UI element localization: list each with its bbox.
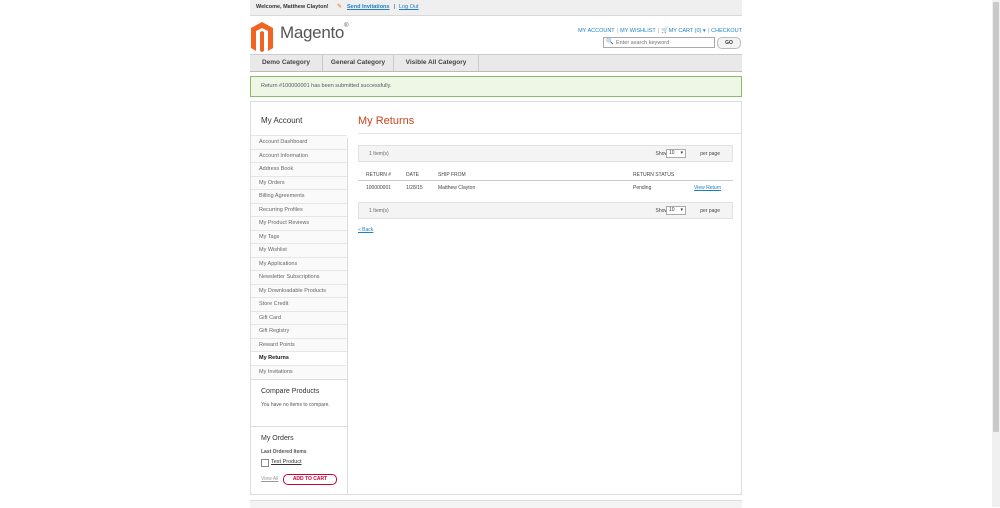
sidebar-item-address-book[interactable]: Address Book [251,162,347,176]
chevron-down-icon: ▾ [680,207,683,213]
sidebar-item-account-dashboard[interactable]: Account Dashboard [251,135,347,149]
my-orders-title: My Orders [261,435,294,442]
limit-select[interactable]: 10 ▾ [666,206,686,215]
page: Welcome, Matthew Clayton! ✎ Send Invitat… [250,0,742,508]
sidebar-item-gift-card[interactable]: Gift Card [251,310,347,325]
sidebar-item-my-applications[interactable]: My Applications [251,256,347,271]
sidebar-item-label: Address Book [259,166,294,172]
scrollbar-thumb[interactable] [993,2,999,432]
title-divider [358,133,741,134]
sidebar-item-label: Gift Card [259,314,282,321]
search-go-button[interactable]: GO [717,37,741,49]
sidebar-item-label: Store Credit [259,301,289,307]
sidebar-item-my-tags[interactable]: My Tags [251,229,347,244]
compare-products-title: Compare Products [261,388,320,395]
pager-count: 1 Item(s) [369,151,389,157]
my-wishlist-link[interactable]: MY WISHLIST [620,28,656,34]
nav-visible-all-category[interactable]: Visible All Category [394,55,479,71]
cart-icon: 🛒 [661,28,669,34]
return-date: 1/28/15 [406,185,423,191]
sidebar-item-my-downloadable-products[interactable]: My Downloadable Products [251,283,347,298]
page-title: My Returns [358,115,415,127]
sidebar-title: My Account [261,116,303,125]
back-link[interactable]: « Back [358,227,373,233]
invitation-icon: ✎ [337,4,343,10]
sidebar-item-my-wishlist[interactable]: My Wishlist [251,243,347,257]
sidebar-item-label: My Downloadable Products [259,287,326,294]
sidebar-item-label: My Returns [259,355,289,361]
sidebar-item-label: Account Dashboard [259,139,308,145]
scrollbar[interactable] [992,0,1000,507]
column-header: RETURN STATUS [633,172,675,178]
sidebar-item-reward-points[interactable]: Reward Points [251,337,347,352]
header-links: MY ACCOUNT | MY WISHLIST | 🛒MY CART (0) ▾ | CH… [578,28,742,34]
sidebar-item-label: My Invitations [259,368,293,375]
divider [251,426,347,427]
last-ordered-label: Last Ordered Items [261,449,307,455]
pager-top: 1 Item(s) Show 10 ▾ per page [358,145,733,162]
nav-general-category[interactable]: General Category [323,55,394,71]
sidebar-item-my-invitations[interactable]: My Invitations [251,364,347,379]
search-box: 🔍 [603,37,715,48]
sidebar-item-my-returns[interactable]: My Returns [251,351,347,365]
logo-text[interactable]: Magento® [280,23,348,43]
pager-count: 1 Item(s) [369,208,389,214]
sidebar-item-label: My Orders [259,179,285,186]
sidebar-item-newsletter-subscriptions[interactable]: Newsletter Subscriptions [251,270,347,284]
product-checkbox[interactable] [261,459,269,467]
success-message-text: Return #100000001 has been submitted suc… [261,83,392,89]
column-header: RETURN # [366,172,392,178]
main-container: My Account Account Dashboard Account Info… [250,101,742,495]
sidebar-item-label: My Product Reviews [259,220,310,226]
divider [251,379,347,380]
my-account-link[interactable]: MY ACCOUNT [578,28,615,34]
per-page-label: per page [700,208,720,214]
view-return-link[interactable]: View Return [694,185,721,191]
sidebar-item-label: Newsletter Subscriptions [259,274,320,280]
column-header: DATE [406,172,419,178]
compare-products-text: You have no items to compare. [261,402,330,408]
search-input[interactable] [616,39,712,46]
sidebar-item-label: Account Information [259,152,308,159]
success-message: Return #100000001 has been submitted suc… [250,76,742,97]
sidebar-item-account-information[interactable]: Account Information [251,148,347,163]
nav-demo-category[interactable]: Demo Category [250,55,323,71]
pager-bottom: 1 Item(s) Show 10 ▾ per page [358,202,733,219]
sidebar-item-my-product-reviews[interactable]: My Product Reviews [251,216,347,230]
chevron-down-icon[interactable]: ▾ [703,28,706,34]
sidebar-divider [347,138,348,494]
sidebar-item-billing-agreements[interactable]: Billing Agreements [251,189,347,203]
my-cart-link[interactable]: MY CART (0) [669,28,702,34]
sidebar-item-store-credit[interactable]: Store Credit [251,297,347,311]
return-status: Pending [633,185,652,191]
sidebar-item-gift-registry[interactable]: Gift Registry [251,324,347,338]
limit-select[interactable]: 10 ▾ [666,149,686,158]
sidebar-item-label: My Tags [259,233,280,240]
send-invitations-link[interactable]: Send Invitations [347,4,389,10]
product-link[interactable]: Test Product [271,459,302,465]
main-nav: Demo Category General Category Visible A… [250,54,742,72]
chevron-down-icon: ▾ [680,150,683,156]
checkout-link[interactable]: CHECKOUT [711,28,742,34]
welcome-bar: Welcome, Matthew Clayton! ✎ Send Invitat… [250,0,742,16]
sidebar-item-my-orders[interactable]: My Orders [251,175,347,190]
table-header-divider [358,180,733,181]
sidebar-item-label: My Wishlist [259,247,287,253]
logout-link[interactable]: Log Out [399,4,419,10]
separator: | [394,4,396,10]
sidebar-item-label: Billing Agreements [259,193,305,199]
per-page-label: per page [700,151,720,157]
ship-from: Matthew Clayton [438,185,476,191]
add-to-cart-button[interactable]: ADD TO CART [283,474,337,485]
column-header: SHIP FROM [438,172,466,178]
search-icon: 🔍 [606,39,614,45]
view-all-link[interactable]: View All [261,476,278,482]
sidebar-item-label: Gift Registry [259,328,290,334]
sidebar-item-label: Recurring Profiles [259,206,303,213]
welcome-message: Welcome, Matthew Clayton! [256,4,329,10]
sidebar-item-label: My Applications [259,260,298,267]
sidebar-item-recurring-profiles[interactable]: Recurring Profiles [251,202,347,217]
sidebar-item-label: Reward Points [259,341,295,348]
return-number: 100000001 [366,185,392,191]
